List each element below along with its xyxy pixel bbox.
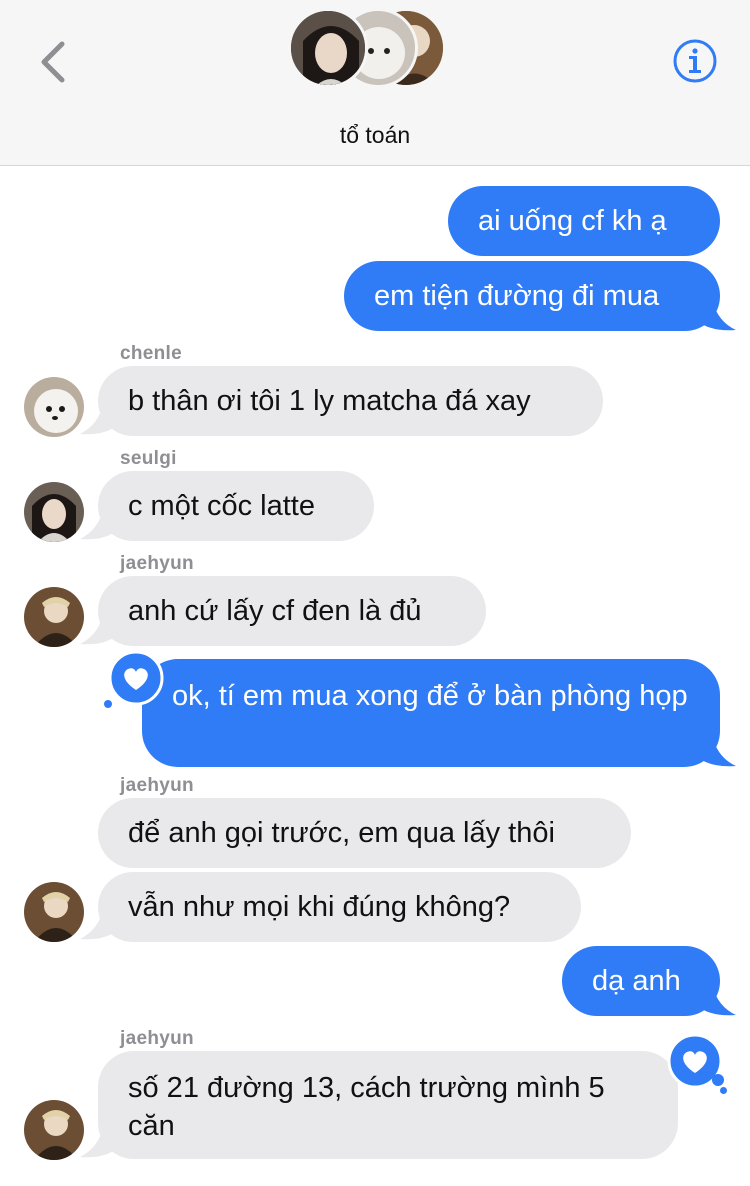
sender-name: seulgi: [120, 448, 177, 469]
message-text: anh cứ lấy cf đen là đủ: [128, 595, 422, 627]
sender-name: jaehyun: [120, 553, 194, 574]
reaction-dot: [712, 1074, 724, 1086]
avatar-seulgi[interactable]: [24, 482, 84, 542]
bubble-tail: [690, 300, 736, 331]
message-bubble-outgoing[interactable]: ai uống cf kh ạ: [448, 186, 720, 256]
group-avatar-seulgi: [288, 8, 368, 88]
message-bubble-incoming[interactable]: để anh gọi trước, em qua lấy thôi: [98, 798, 631, 868]
message-text: để anh gọi trước, em qua lấy thôi: [128, 817, 555, 849]
message-bubble-outgoing[interactable]: em tiện đường đi mua: [344, 261, 720, 331]
back-button[interactable]: [34, 38, 74, 86]
sender-name: jaehyun: [120, 775, 194, 796]
message-text: vẫn như mọi khi đúng không?: [128, 891, 511, 923]
reaction-dot: [104, 700, 112, 708]
reaction-dot: [720, 1087, 727, 1094]
bubble-tail: [690, 736, 736, 767]
bubble-tail: [690, 985, 736, 1016]
chevron-left-icon: [41, 41, 65, 83]
message-text: dạ anh: [592, 965, 681, 997]
message-bubble-incoming[interactable]: anh cứ lấy cf đen là đủ: [98, 576, 486, 646]
message-text: b thân ơi tôi 1 ly matcha đá xay: [128, 385, 531, 417]
reaction-badge[interactable]: [108, 650, 164, 706]
avatar-jaehyun[interactable]: [24, 882, 84, 942]
group-avatars[interactable]: [288, 8, 448, 90]
avatar-jaehyun[interactable]: [24, 1100, 84, 1160]
info-button[interactable]: [672, 38, 718, 84]
message-bubble-incoming[interactable]: c một cốc latte: [98, 471, 374, 541]
message-text: em tiện đường đi mua: [374, 280, 660, 312]
avatar-jaehyun[interactable]: [24, 587, 84, 647]
message-text: ai uống cf kh ạ: [478, 205, 667, 237]
message-text: số 21 đường 13, cách trường mình 5 căn: [128, 1072, 605, 1142]
message-text: c một cốc latte: [128, 490, 315, 522]
sender-name: chenle: [120, 343, 182, 364]
sender-name: jaehyun: [120, 1028, 194, 1049]
avatar-chenle[interactable]: [24, 377, 84, 437]
conversation-header: tổ toán: [0, 0, 750, 166]
heart-icon: [108, 650, 164, 706]
message-bubble-outgoing[interactable]: ok, tí em mua xong để ở bàn phòng họp: [142, 659, 720, 767]
message-bubble-incoming[interactable]: b thân ơi tôi 1 ly matcha đá xay: [98, 366, 603, 436]
message-text: ok, tí em mua xong để ở bàn phòng họp: [172, 680, 688, 712]
group-name[interactable]: tổ toán: [0, 122, 750, 149]
info-icon: [673, 39, 717, 83]
message-bubble-incoming[interactable]: vẫn như mọi khi đúng không?: [98, 872, 581, 942]
message-bubble-incoming[interactable]: số 21 đường 13, cách trường mình 5 căn: [98, 1051, 678, 1159]
